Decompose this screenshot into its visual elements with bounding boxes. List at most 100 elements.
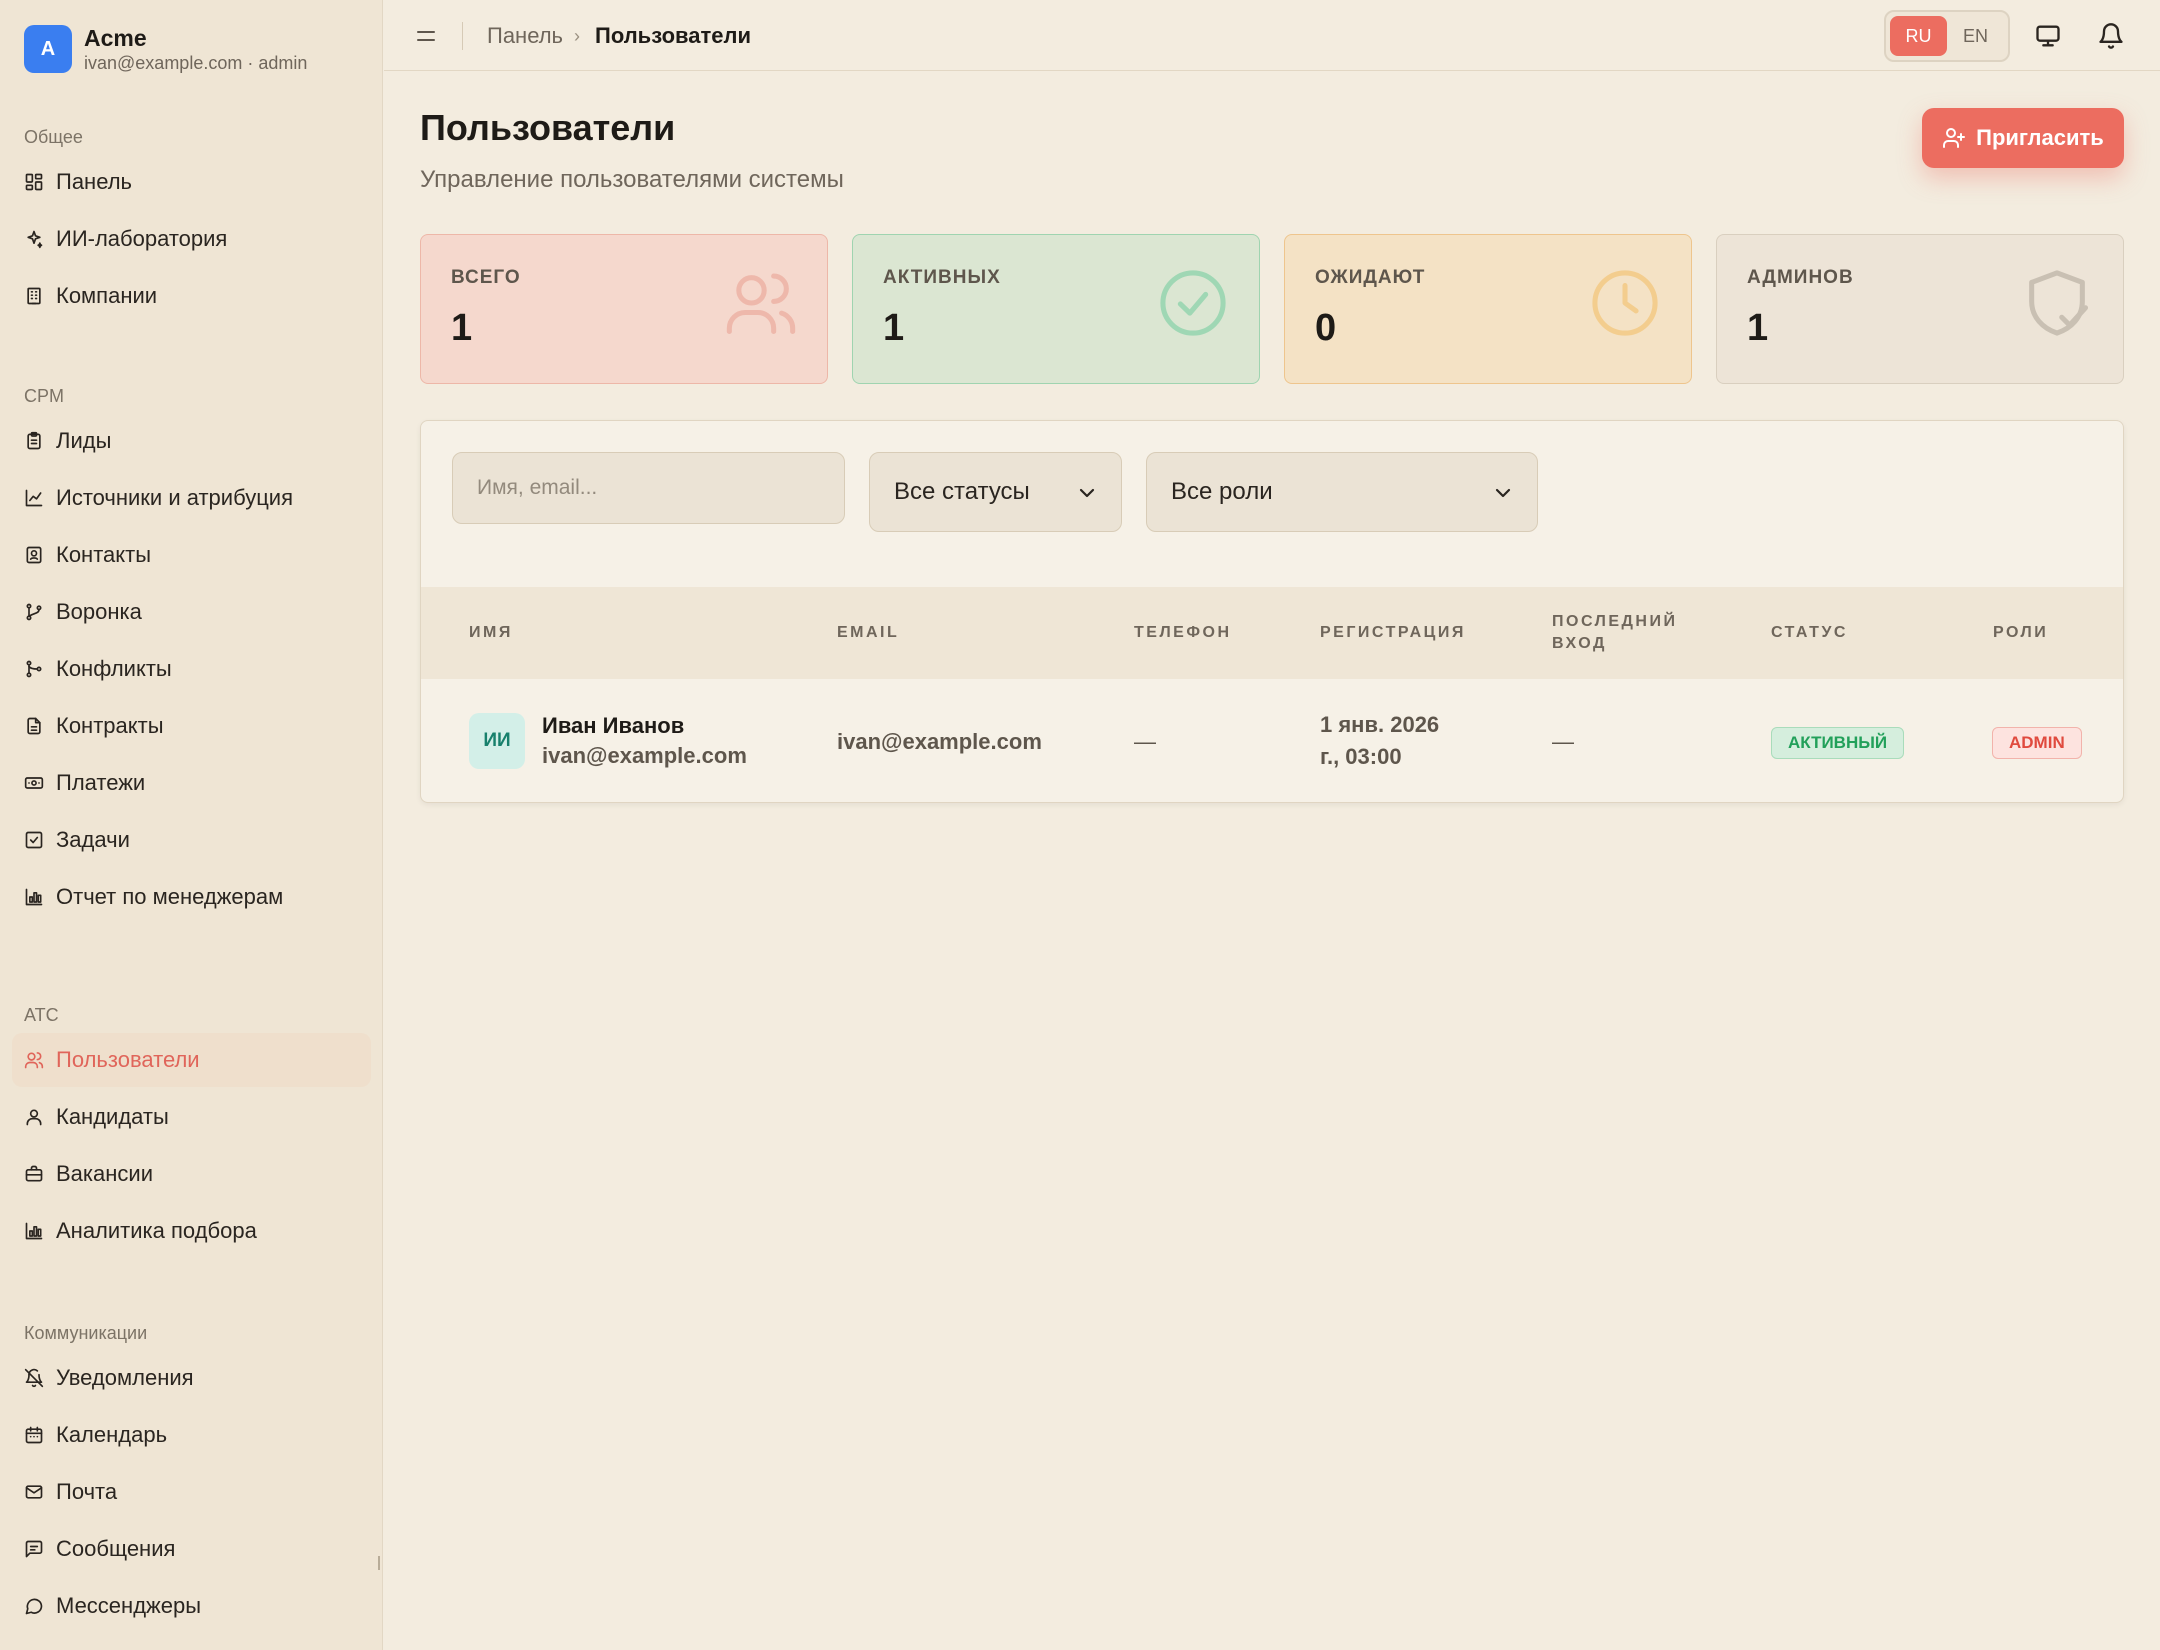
sidebar-section: Коммуникации Уведомления Календарь Почта Соо…: [0, 1318, 382, 1636]
sidebar-item-label: Контракты: [56, 713, 164, 738]
banknote-icon: [24, 773, 44, 793]
sidebar-item-label: Мессенджеры: [56, 1593, 202, 1618]
sidebar-item-label: ИИ-лаборатория: [56, 226, 228, 251]
column-header-name[interactable]: ИМЯ: [469, 587, 513, 679]
column-header-phone[interactable]: ТЕЛЕФОН: [1134, 587, 1232, 679]
stat-pending-value: 0: [1315, 307, 1337, 349]
sidebar-item-label: Кандидаты: [56, 1104, 169, 1129]
sidebar-item-bell-off-3-0[interactable]: Уведомления: [12, 1351, 371, 1405]
user-last-login: —: [1552, 729, 1574, 754]
column-header-last-login[interactable]: ПОСЛЕДНИЙ ВХОД: [1552, 587, 1692, 679]
sidebar-collapse-handle[interactable]: [378, 1556, 382, 1570]
sidebar-item-label: Отчет по менеджерам: [56, 884, 284, 909]
briefcase-icon: [24, 1164, 44, 1184]
sidebar-item-file-1-5[interactable]: Контракты: [12, 699, 371, 753]
column-header-roles[interactable]: РОЛИ: [1993, 587, 2048, 679]
stat-admins-value: 1: [1747, 307, 1769, 349]
sidebar-item-dashboard-0-0[interactable]: Панель: [12, 155, 371, 209]
sidebar-item-message-circle-3-4[interactable]: Мессенджеры: [12, 1579, 371, 1633]
sidebar-item-clipboard-1-0[interactable]: Лиды: [12, 414, 371, 468]
sidebar-item-label: Почта: [56, 1479, 118, 1504]
sidebar-item-message-square-3-3[interactable]: Сообщения: [12, 1522, 371, 1576]
sidebar-item-label: Задачи: [56, 827, 130, 852]
sidebar-item-user-2-1[interactable]: Кандидаты: [12, 1090, 371, 1144]
sidebar-item-sparkles-0-1[interactable]: ИИ-лаборатория: [12, 212, 371, 266]
bar-chart-icon: [24, 1221, 44, 1241]
user-name-email: ivan@example.com: [542, 743, 747, 768]
sidebar-item-chart-line-1-1[interactable]: Источники и атрибуция: [12, 471, 371, 525]
sidebar-item-label: Контакты: [56, 542, 152, 567]
invite-button-label: Пригласить: [1976, 125, 2104, 150]
calendar-icon: [24, 1425, 44, 1445]
user-phone: —: [1134, 729, 1156, 754]
chevron-down-icon: [1495, 488, 1511, 498]
sidebar-item-checkbox-1-7[interactable]: Задачи: [12, 813, 371, 867]
sidebar-item-banknote-1-6[interactable]: Платежи: [12, 756, 371, 810]
dashboard-icon: [24, 172, 44, 192]
sidebar-item-contact-1-2[interactable]: Контакты: [12, 528, 371, 582]
brand-subtitle: ivan@example.com · admin: [84, 53, 308, 73]
bar-chart-icon: [24, 887, 44, 907]
sidebar-item-building-0-2[interactable]: Компании: [12, 269, 371, 323]
sidebar-item-calendar-3-1[interactable]: Календарь: [12, 1408, 371, 1462]
sidebar-item-git-merge-1-4[interactable]: Конфликты: [12, 642, 371, 696]
sidebar-item-label: Пользователи: [56, 1047, 200, 1072]
page-subtitle: Управление пользователями системы: [420, 166, 844, 193]
column-header-status[interactable]: СТАТУС: [1771, 587, 1848, 679]
status-badge: АКТИВНЫЙ: [1771, 727, 1905, 759]
user-registered-date: 1 янв. 2026: [1320, 712, 1440, 737]
top-bar: Панель › Пользователи RU EN: [384, 0, 2160, 71]
column-header-registered[interactable]: РЕГИСТРАЦИЯ: [1320, 587, 1466, 679]
sidebar-item-users-2-0[interactable]: Пользователи: [12, 1033, 371, 1087]
bell-off-icon: [24, 1368, 44, 1388]
sidebar-item-briefcase-2-2[interactable]: Вакансии: [12, 1147, 371, 1201]
menu-toggle-icon[interactable]: [414, 24, 438, 48]
invite-button[interactable]: Пригласить: [1922, 108, 2124, 168]
sidebar-section-heading: Общее: [24, 127, 83, 147]
user-registered-time: г., 03:00: [1320, 744, 1402, 769]
sidebar: A Acme ivan@example.com · admin Общее Пан…: [0, 0, 383, 1650]
status-filter-select[interactable]: Все статусы: [869, 452, 1122, 532]
sidebar-item-label: Аналитика подбора: [56, 1218, 257, 1243]
sidebar-item-git-branch-1-3[interactable]: Воронка: [12, 585, 371, 639]
table-header: ИМЯ EMAIL ТЕЛЕФОН РЕГИСТРАЦИЯ ПОСЛЕДНИЙ …: [421, 587, 2123, 679]
brand-name: Acme: [84, 25, 147, 51]
role-filter-select[interactable]: Все роли: [1146, 452, 1538, 532]
brand-avatar: A: [24, 25, 72, 73]
column-header-email[interactable]: EMAIL: [837, 587, 899, 679]
sparkles-icon: [24, 229, 44, 249]
sidebar-section-heading: Коммуникации: [24, 1323, 148, 1343]
users-icon: [723, 265, 799, 341]
lang-ru-button[interactable]: RU: [1890, 16, 1947, 56]
stat-total-card: ВСЕГО 1: [420, 234, 828, 384]
status-filter-value: Все статусы: [894, 478, 1030, 505]
sidebar-section: ATC Пользователи Кандидаты Вакансии Аналитик…: [0, 1000, 382, 1261]
sidebar-item-label: Календарь: [56, 1422, 168, 1447]
chart-line-icon: [24, 488, 44, 508]
brand[interactable]: A Acme ivan@example.com · admin: [24, 24, 307, 74]
lang-en-button[interactable]: EN: [1947, 16, 2004, 56]
clock-icon: [1587, 265, 1663, 341]
table-row[interactable]: ИИ Иван Иванов ivan@example.com ivan@exa…: [421, 679, 2123, 802]
sidebar-item-mail-3-2[interactable]: Почта: [12, 1465, 371, 1519]
stat-total-label: ВСЕГО: [451, 267, 521, 288]
bell-icon[interactable]: [2097, 22, 2125, 50]
stat-active-value: 1: [883, 307, 905, 349]
user-name[interactable]: Иван Иванов: [542, 713, 684, 739]
breadcrumb-dashboard[interactable]: Панель: [487, 22, 563, 50]
stat-active-card: АКТИВНЫХ 1: [852, 234, 1260, 384]
sidebar-item-label: Сообщения: [56, 1536, 176, 1561]
sidebar-item-label: Лиды: [56, 428, 112, 453]
users-panel: Все статусы Все роли ИМЯ EMAIL ТЕЛЕФОН Р…: [420, 420, 2124, 803]
header-divider: [462, 22, 463, 50]
checkbox-icon: [24, 830, 44, 850]
clipboard-icon: [24, 431, 44, 451]
monitor-icon[interactable]: [2034, 22, 2062, 50]
avatar: ИИ: [469, 713, 525, 769]
role-badge: ADMIN: [1992, 727, 2082, 759]
breadcrumb-chevron-icon: ›: [574, 26, 580, 46]
sidebar-item-bar-chart-1-8[interactable]: Отчет по менеджерам: [12, 870, 371, 924]
sidebar-item-bar-chart-2-3[interactable]: Аналитика подбора: [12, 1204, 371, 1258]
stat-pending-card: ОЖИДАЮТ 0: [1284, 234, 1692, 384]
search-input[interactable]: [452, 452, 845, 524]
